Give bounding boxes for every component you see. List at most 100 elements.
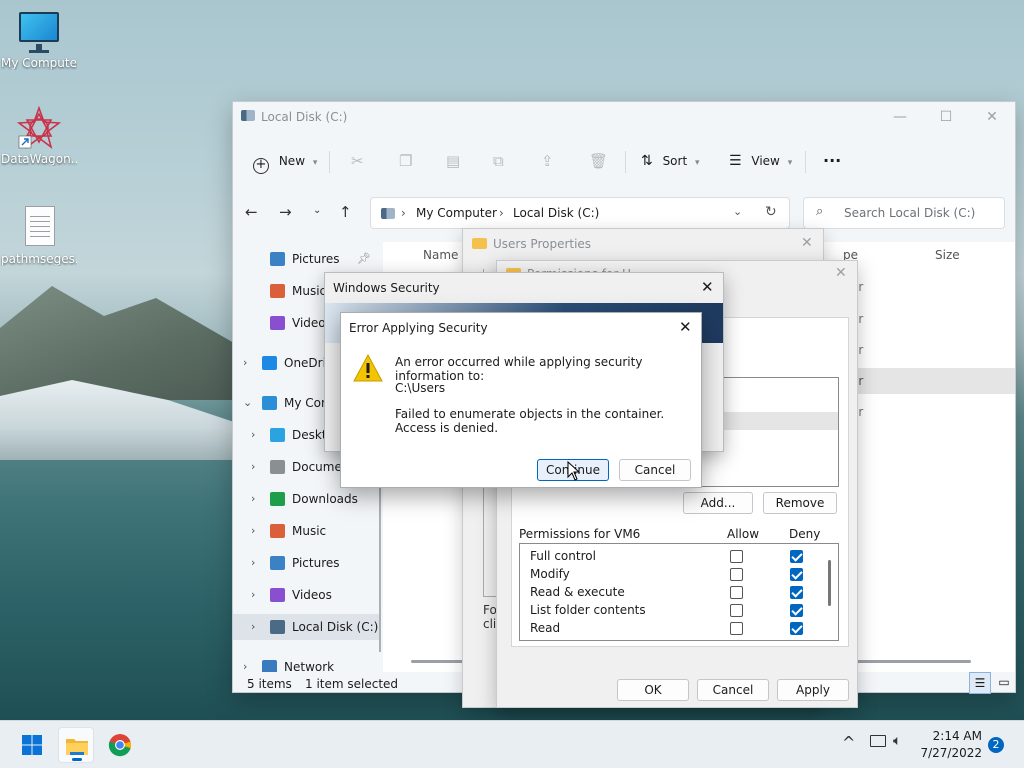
new-button[interactable]: + New ▾ xyxy=(253,150,317,174)
permission-name: Modify xyxy=(530,567,570,581)
close-button[interactable]: ✕ xyxy=(801,235,813,251)
chevron-down-icon: ▾ xyxy=(695,158,700,168)
deny-checkbox[interactable] xyxy=(790,550,803,563)
nav-item[interactable]: Pictures 📌︎ xyxy=(233,246,381,272)
allow-checkbox[interactable] xyxy=(730,604,743,617)
refresh-icon[interactable]: ↻ xyxy=(765,204,777,220)
remove-button[interactable]: Remove xyxy=(763,492,837,514)
volume-icon[interactable]: 🔈︎ xyxy=(893,733,901,749)
close-button[interactable]: ✕ xyxy=(701,278,714,296)
expand-chevron-icon[interactable]: › xyxy=(251,486,255,512)
expand-chevron-icon[interactable]: › xyxy=(251,550,255,576)
search-icon: ⌕ xyxy=(816,204,824,219)
up-arrow-icon[interactable]: ↑ xyxy=(339,203,352,221)
error-titlebar[interactable]: Error Applying Security ✕ xyxy=(341,313,701,343)
allow-checkbox[interactable] xyxy=(730,550,743,563)
recent-chevron-icon[interactable]: ⌄ xyxy=(313,205,321,216)
address-row: ← → ⌄ ↑ › My Computer › Local Disk (C:) … xyxy=(233,196,1015,232)
network-icon[interactable] xyxy=(870,735,886,747)
paste-icon[interactable]: ▤ xyxy=(446,150,460,172)
desktop-icon-text-file[interactable]: pathmseges... xyxy=(1,206,77,266)
back-arrow-icon[interactable]: ← xyxy=(245,203,258,221)
address-bar[interactable]: › My Computer › Local Disk (C:) ⌄ ↻ xyxy=(370,197,790,229)
breadcrumb-local-disk[interactable]: Local Disk (C:) xyxy=(513,206,599,220)
clock-date[interactable]: 7/27/2022 xyxy=(920,746,982,760)
deny-checkbox[interactable] xyxy=(790,568,803,581)
details-view-icon[interactable]: ☰ xyxy=(969,672,991,694)
allow-column-header: Allow xyxy=(727,527,760,541)
expand-chevron-icon[interactable]: ⌄ xyxy=(243,390,252,416)
copy-icon[interactable]: ❐ xyxy=(399,150,412,172)
app-shortcut-icon xyxy=(16,105,62,150)
expand-chevron-icon[interactable]: › xyxy=(251,582,255,608)
cancel-button[interactable]: Cancel xyxy=(697,679,769,701)
allow-checkbox[interactable] xyxy=(730,586,743,599)
close-button[interactable]: ✕ xyxy=(835,265,847,281)
column-header-name[interactable]: Name xyxy=(423,248,458,262)
cancel-button[interactable]: Cancel xyxy=(619,459,691,481)
maximize-button[interactable]: ☐ xyxy=(923,102,969,132)
breadcrumb-my-computer[interactable]: My Computer xyxy=(416,206,497,220)
more-options-button[interactable]: ··· xyxy=(823,150,841,172)
expand-chevron-icon[interactable]: › xyxy=(243,654,247,672)
deny-column-header: Deny xyxy=(789,527,821,541)
explorer-titlebar[interactable]: Local Disk (C:) — ☐ ✕ xyxy=(233,102,1015,132)
view-button[interactable]: ☰ View ▾ xyxy=(729,150,792,172)
delete-icon[interactable]: 🗑 xyxy=(589,150,608,172)
toolbar-divider xyxy=(329,151,330,173)
clock-time[interactable]: 2:14 AM xyxy=(924,729,982,743)
close-button[interactable]: ✕ xyxy=(679,318,692,336)
error-message-line: An error occurred while applying securit… xyxy=(395,355,643,383)
nav-item[interactable]: › Pictures xyxy=(233,550,381,576)
minimize-button[interactable]: — xyxy=(877,102,923,132)
close-button[interactable]: ✕ xyxy=(969,102,1015,132)
expand-chevron-icon[interactable]: › xyxy=(251,454,255,480)
expand-chevron-icon[interactable]: › xyxy=(251,614,255,640)
start-button[interactable] xyxy=(14,727,50,763)
desktop-icon-datawagon[interactable]: DataWagon... xyxy=(1,105,77,166)
expand-chevron-icon[interactable]: › xyxy=(251,518,255,544)
apply-button[interactable]: Apply xyxy=(777,679,849,701)
chevron-down-icon[interactable]: ⌄ xyxy=(733,205,742,218)
notification-badge[interactable]: 2 xyxy=(988,737,1004,753)
nav-folder-icon xyxy=(270,316,285,330)
deny-checkbox[interactable] xyxy=(790,586,803,599)
expand-chevron-icon[interactable]: › xyxy=(243,350,247,376)
allow-checkbox[interactable] xyxy=(730,622,743,635)
nav-item-label: Videos xyxy=(292,588,332,602)
nav-item[interactable]: › Downloads xyxy=(233,486,381,512)
tiles-view-icon[interactable]: ▭ xyxy=(993,672,1015,694)
nav-item[interactable]: › Music xyxy=(233,518,381,544)
mouse-cursor-icon xyxy=(567,461,581,481)
file-explorer-taskbar-button[interactable] xyxy=(58,727,94,763)
chrome-icon xyxy=(108,734,132,757)
nav-item[interactable]: › Local Disk (C:) xyxy=(233,614,381,640)
permission-row: Read xyxy=(530,619,830,637)
sort-button[interactable]: ⇅ Sort ▾ xyxy=(641,150,700,172)
desktop-icon-my-computer[interactable]: My Computer xyxy=(1,10,77,70)
add-button[interactable]: Add... xyxy=(683,492,753,514)
item-count: 5 items xyxy=(247,677,292,691)
allow-checkbox[interactable] xyxy=(730,568,743,581)
column-header-size[interactable]: Size xyxy=(935,248,960,262)
deny-checkbox[interactable] xyxy=(790,604,803,617)
deny-checkbox[interactable] xyxy=(790,622,803,635)
permissions-header-label: Permissions for VM6 xyxy=(519,527,641,541)
error-applying-security-dialog[interactable]: Error Applying Security ✕ An error occur… xyxy=(340,312,702,488)
nav-item[interactable]: › Videos xyxy=(233,582,381,608)
permission-name: List folder contents xyxy=(530,603,646,617)
ok-button[interactable]: OK xyxy=(617,679,689,701)
chrome-taskbar-button[interactable] xyxy=(102,727,138,763)
permission-row: Read & execute xyxy=(530,583,830,601)
rename-icon[interactable]: ⧉ xyxy=(493,150,504,172)
cut-icon[interactable]: ✂ xyxy=(351,150,364,172)
share-icon[interactable]: ⇪ xyxy=(541,150,554,172)
expand-chevron-icon[interactable]: › xyxy=(251,422,255,448)
search-input[interactable]: ⌕ Search Local Disk (C:) xyxy=(803,197,1005,229)
folder-icon xyxy=(66,739,88,755)
tray-overflow-chevron[interactable]: ^ xyxy=(842,733,855,752)
forward-arrow-icon[interactable]: → xyxy=(279,203,292,221)
nav-item[interactable]: › Network xyxy=(233,654,381,672)
nav-folder-icon xyxy=(270,588,285,602)
nav-folder-icon xyxy=(270,492,285,506)
